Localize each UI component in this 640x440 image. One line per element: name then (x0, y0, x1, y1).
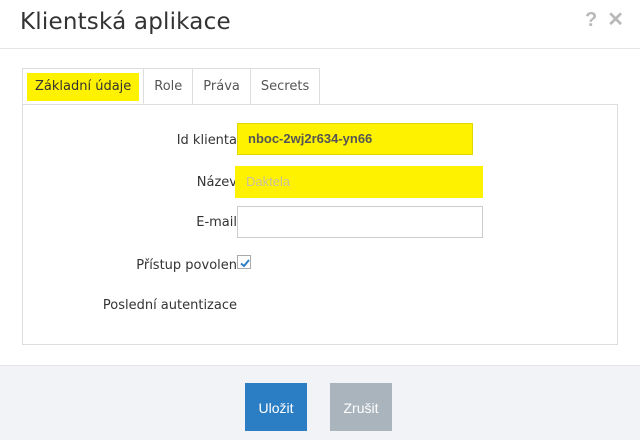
name-field[interactable]: Daktela (235, 166, 483, 198)
client-id-field[interactable]: nboc-2wj2r634-yn66 (237, 123, 473, 155)
client-id-label: Id klienta (176, 133, 237, 148)
tab-label: Základní údaje (27, 73, 140, 101)
header-icons: ? ✕ (585, 10, 624, 30)
tab-secrets[interactable]: Secrets (250, 68, 321, 104)
form-row-client-id: Id klienta nboc-2wj2r634-yn66 (23, 119, 617, 155)
last-auth-label: Poslední autentizace (102, 298, 237, 313)
save-button[interactable]: Uložit (245, 383, 307, 431)
form-row-email: E-mail (23, 206, 617, 240)
dialog-header: Klientská aplikace ? ✕ (0, 0, 640, 49)
access-label: Přístup povolen (136, 258, 237, 273)
tab-roles[interactable]: Role (144, 68, 194, 104)
tab-basic-info[interactable]: Základní údaje (22, 68, 145, 104)
access-checkbox[interactable] (237, 255, 251, 269)
tab-panel-basic-info: Id klienta nboc-2wj2r634-yn66 Název Dakt… (22, 104, 618, 345)
dialog-footer: Uložit Zrušit (0, 365, 640, 440)
check-icon (240, 259, 250, 268)
help-icon[interactable]: ? (585, 10, 597, 30)
dialog-title: Klientská aplikace (20, 9, 231, 35)
cancel-button[interactable]: Zrušit (330, 383, 392, 431)
tab-rights[interactable]: Práva (193, 68, 251, 104)
name-label: Název (196, 175, 237, 190)
form-row-last-auth: Poslední autentizace (23, 295, 617, 329)
email-label: E-mail (196, 215, 237, 230)
email-field[interactable] (237, 206, 483, 238)
form-row-access: Přístup povolen (23, 255, 617, 289)
tab-bar: Základní údaje Role Práva Secrets (22, 68, 321, 105)
close-icon[interactable]: ✕ (607, 10, 624, 30)
form-row-name: Název Daktela (23, 166, 617, 200)
